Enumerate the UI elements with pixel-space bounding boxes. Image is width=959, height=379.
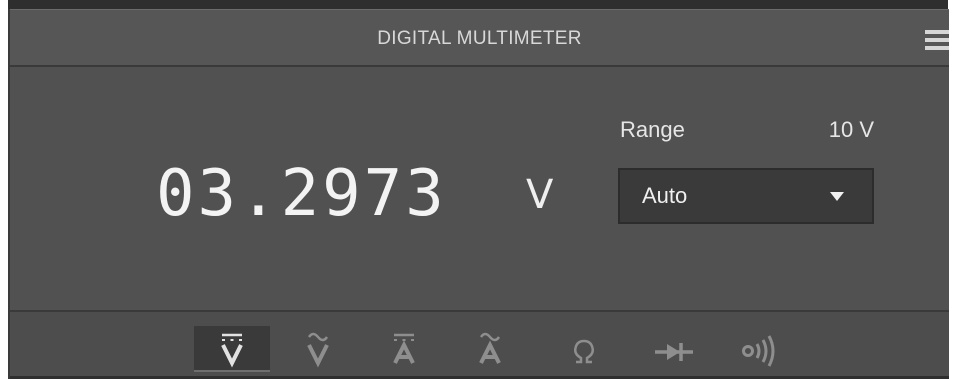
measurement-reading: 03.2973 [156,157,447,231]
diode-icon [655,343,693,361]
caret-down-icon [830,192,844,201]
ac-current-icon [479,332,501,364]
range-label: Range [620,117,685,142]
hamburger-menu-icon[interactable] [925,30,949,50]
mode-button-dc-voltage[interactable] [194,326,270,372]
title-bar: DIGITAL MULTIMETER [10,9,949,67]
measurement-unit: V [526,172,554,218]
range-value: 10 V [828,117,874,142]
dc-voltage-icon [221,333,243,368]
mode-toolbar [10,312,949,379]
window-top-edge [8,0,948,9]
ac-voltage-icon [307,332,329,368]
mode-button-diode[interactable] [636,326,712,372]
mode-button-ac-current[interactable] [452,326,528,372]
ohm-icon [574,339,594,364]
dc-current-icon [393,333,415,364]
panel-title: DIGITAL MULTIMETER [377,28,582,49]
mode-button-dc-current[interactable] [366,326,442,372]
multimeter-panel: DIGITAL MULTIMETER 03.2973 V Range 10 V … [8,9,949,379]
mode-button-ac-voltage[interactable] [280,326,356,372]
mode-button-resistance[interactable] [546,326,622,372]
mode-button-continuity[interactable] [722,326,798,372]
window-top-strip [0,0,959,9]
continuity-icon [742,335,775,367]
range-dropdown[interactable]: Auto [618,168,874,224]
range-dropdown-value: Auto [642,183,688,208]
